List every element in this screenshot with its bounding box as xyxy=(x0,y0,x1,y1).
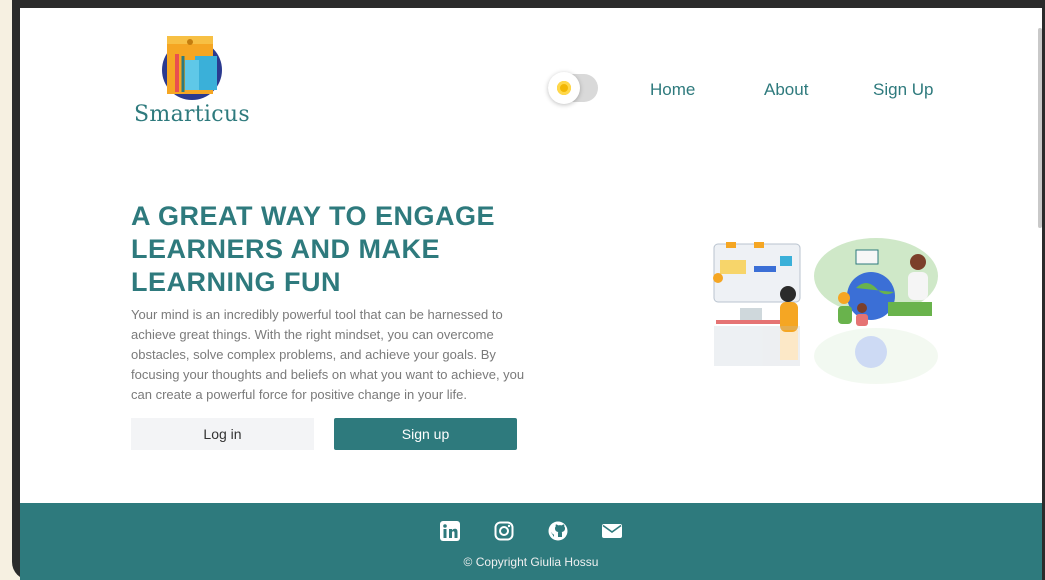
instagram-icon[interactable] xyxy=(494,521,514,541)
page: Smarticus Home About Sign Up A GREAT WAY… xyxy=(20,8,1042,580)
logo[interactable]: Smarticus xyxy=(132,30,252,127)
hero-headline: A GREAT WAY TO ENGAGE LEARNERS AND MAKE … xyxy=(131,201,496,297)
github-icon[interactable] xyxy=(548,521,568,541)
scrollbar[interactable] xyxy=(1038,28,1042,228)
sun-icon xyxy=(557,81,571,95)
linkedin-icon[interactable] xyxy=(440,521,460,541)
theme-toggle[interactable] xyxy=(548,72,598,104)
copyright-text: © Copyright Giulia Hossu xyxy=(463,555,599,569)
login-button[interactable]: Log in xyxy=(131,418,314,450)
footer: © Copyright Giulia Hossu xyxy=(20,503,1042,580)
learning-illustration xyxy=(696,236,941,401)
nav-home[interactable]: Home xyxy=(650,80,695,100)
brand-name: Smarticus xyxy=(134,102,250,127)
social-links xyxy=(20,521,1042,541)
nav-about[interactable]: About xyxy=(764,80,808,100)
nav-sign-up[interactable]: Sign Up xyxy=(873,80,933,100)
signup-button[interactable]: Sign up xyxy=(334,418,517,450)
hero-description: Your mind is an incredibly powerful tool… xyxy=(131,307,525,402)
books-logo-icon xyxy=(159,30,225,100)
toggle-knob[interactable] xyxy=(548,72,580,104)
mail-icon[interactable] xyxy=(602,521,622,541)
